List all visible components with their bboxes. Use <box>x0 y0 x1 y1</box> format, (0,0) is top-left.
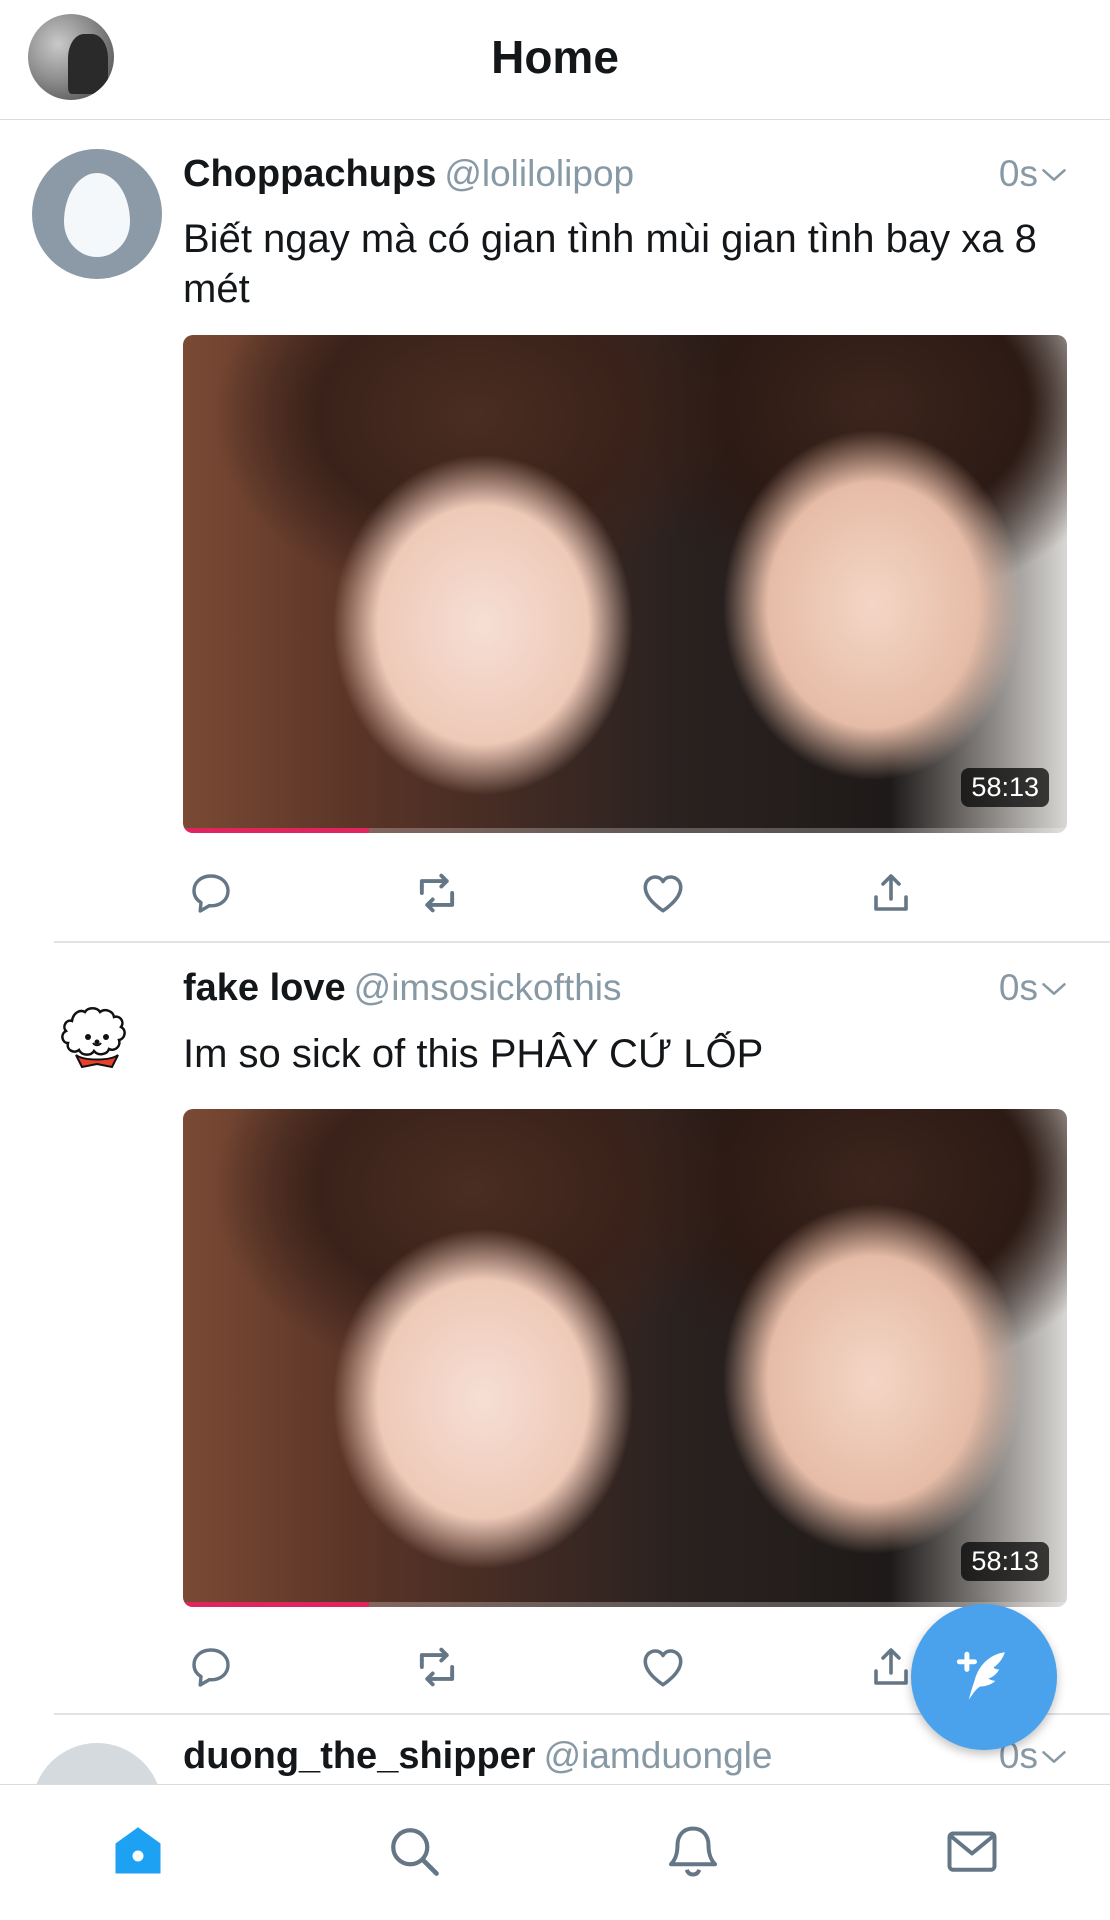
rj-sheep-avatar-icon <box>61 1007 126 1069</box>
video-progress-bar <box>183 828 369 833</box>
heart-icon <box>643 1649 683 1687</box>
tweet-header: Choppachups @lolilolipop 0s <box>183 153 1110 209</box>
tweet-time: 0s <box>998 967 1038 1008</box>
user-handle[interactable]: @imsosickofthis <box>354 967 622 1008</box>
video-media[interactable]: 58:13 <box>183 1109 1067 1607</box>
tweet-text: Im so sick of this PHÂY CỨ LỐP <box>183 1032 764 1076</box>
tweet-text: Biết ngay mà có gian tình mùi gian tình … <box>183 217 1037 311</box>
user-handle[interactable]: @iamduongle <box>544 1735 773 1776</box>
share-button[interactable] <box>863 865 919 921</box>
heart-icon <box>643 875 683 913</box>
home-icon <box>115 1827 161 1874</box>
video-progress-bar <box>183 1602 369 1607</box>
reply-icon <box>192 1648 230 1687</box>
user-avatar[interactable] <box>32 1743 162 1784</box>
timeline-feed[interactable]: Choppachups @lolilolipop 0s Biết ngay mà … <box>0 121 1110 1784</box>
video-duration: 58:13 <box>961 1542 1049 1581</box>
tab-home[interactable] <box>106 1819 170 1883</box>
retweet-button[interactable] <box>409 1639 465 1695</box>
tweet-actions <box>183 865 943 921</box>
like-button[interactable] <box>635 865 691 921</box>
tweet[interactable]: Choppachups @lolilolipop 0s Biết ngay mà … <box>0 121 1110 943</box>
notifications-icon <box>669 1826 717 1877</box>
reply-button[interactable] <box>183 1639 239 1695</box>
tweet[interactable]: fake love @imsosickofthis 0s Im so sick o… <box>0 943 1110 1715</box>
chevron-down-icon[interactable] <box>1040 975 1068 1003</box>
tweet-time: 0s <box>998 153 1038 194</box>
user-avatar[interactable] <box>32 149 162 279</box>
compose-tweet-button[interactable] <box>911 1604 1057 1750</box>
top-navigation-bar: Home <box>0 0 1110 120</box>
compose-tweet-icon <box>956 1651 1005 1700</box>
user-name[interactable]: duong_the_shipper <box>183 1735 536 1777</box>
like-button[interactable] <box>635 1639 691 1695</box>
share-icon <box>874 874 908 911</box>
user-name[interactable]: Choppachups <box>183 153 436 195</box>
search-icon <box>391 1828 439 1876</box>
tab-messages[interactable] <box>940 1819 1004 1883</box>
tab-search[interactable] <box>382 1819 446 1883</box>
user-avatar[interactable] <box>32 971 162 1101</box>
video-media[interactable]: 58:13 <box>183 335 1067 833</box>
user-name[interactable]: fake love <box>183 967 346 1009</box>
page-title: Home <box>491 31 619 83</box>
video-duration: 58:13 <box>961 768 1049 807</box>
bottom-tab-bar <box>0 1784 1110 1920</box>
reply-icon <box>192 874 230 913</box>
tab-notifications[interactable] <box>661 1819 725 1883</box>
share-icon <box>874 1648 908 1685</box>
chevron-down-icon[interactable] <box>1040 161 1068 189</box>
reply-button[interactable] <box>183 865 239 921</box>
tweet-header: fake love @imsosickofthis 0s <box>183 967 1110 1023</box>
user-handle[interactable]: @lolilolipop <box>444 153 634 194</box>
messages-icon <box>947 1831 997 1872</box>
retweet-button[interactable] <box>409 865 465 921</box>
chevron-down-icon[interactable] <box>1040 1743 1068 1771</box>
retweet-icon <box>419 1647 455 1687</box>
tweet-actions <box>183 1639 943 1695</box>
retweet-icon <box>419 873 455 913</box>
default-egg-icon <box>64 173 130 257</box>
